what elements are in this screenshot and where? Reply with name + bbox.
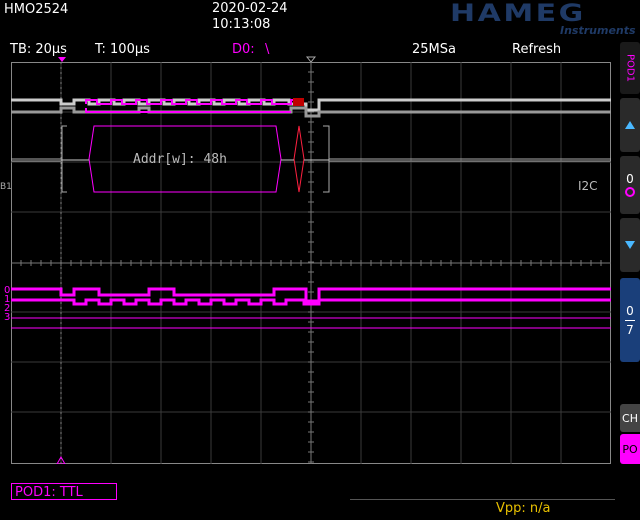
address-decode-label: Addr[w]: 48h	[133, 152, 227, 167]
level-dot-icon	[625, 187, 635, 197]
ch-tab-label: CH	[622, 411, 638, 425]
right-side-panel: POD1 0 0 7 CH PO	[618, 42, 640, 520]
scroll-up-button[interactable]	[620, 98, 640, 152]
datetime: 2020-02-24 10:13:08	[212, 1, 288, 33]
range-divider	[625, 319, 635, 321]
range-end: 7	[626, 322, 634, 337]
instrument-model: HMO2524	[4, 2, 69, 17]
ack-marker	[293, 98, 304, 106]
bit-range-selector[interactable]: 0 7	[620, 278, 640, 362]
ch-tab[interactable]: CH	[620, 404, 640, 432]
threshold-indicator[interactable]: 0	[620, 156, 640, 214]
vpp-measurement: Vpp: n/a	[496, 501, 551, 516]
threshold-value: 0	[626, 172, 634, 186]
scroll-down-button[interactable]	[620, 218, 640, 272]
date-text: 2020-02-24	[212, 1, 288, 16]
po-tab-label: PO	[622, 442, 638, 456]
protocol-label: I2C	[578, 179, 598, 193]
brand-subtitle: Instruments	[560, 24, 636, 37]
pod-tab-label: POD1	[624, 54, 636, 82]
triangle-up-icon	[625, 121, 635, 129]
brand-logo: HAMEG	[450, 0, 586, 27]
pod-setting-box[interactable]: POD1: TTL	[11, 483, 117, 500]
measure-divider	[350, 499, 615, 500]
range-start: 0	[626, 303, 634, 318]
po-tab[interactable]: PO	[620, 434, 640, 464]
time-text: 10:13:08	[212, 17, 271, 32]
channel-labels: 0 1 2 3	[4, 286, 11, 323]
triangle-down-icon	[625, 241, 635, 249]
waveform-screen[interactable]: Addr[w]: 48h I2C	[11, 62, 611, 464]
pod-tab[interactable]: POD1	[620, 42, 640, 94]
channel-label-3: 3	[4, 312, 11, 323]
bus-marker: B1	[0, 182, 12, 192]
